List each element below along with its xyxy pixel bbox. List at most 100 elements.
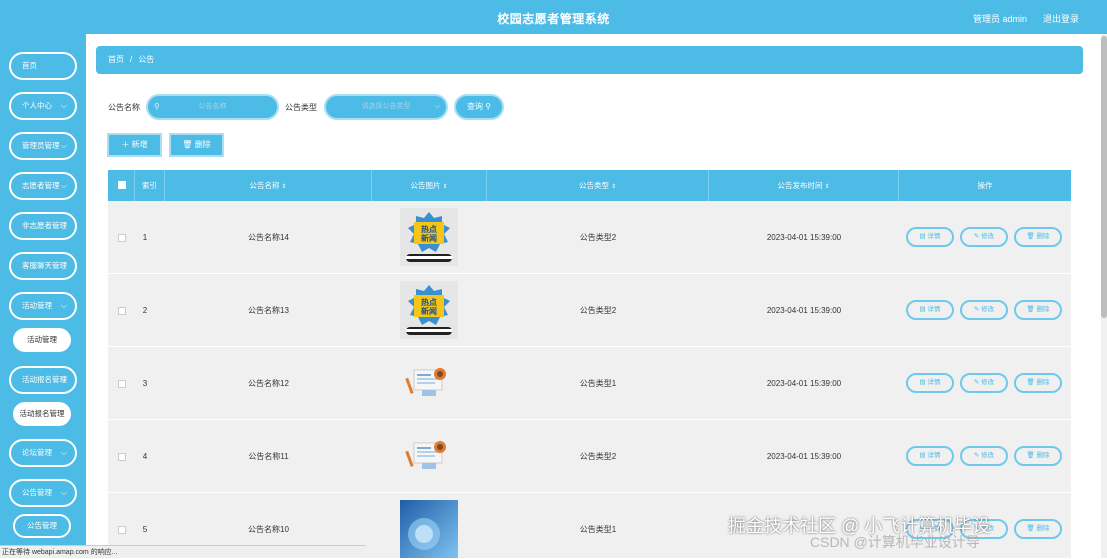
trash-icon: 🗑 [1026,379,1035,386]
app-title: 校园志愿者管理系统 [497,12,610,26]
notice-name-input[interactable]: ⚲ 公告名称 [146,94,279,120]
column-header-type[interactable]: 公告类型 ⇕ [487,170,709,201]
detail-button[interactable]: ▤ 详情 [906,446,954,466]
delete-button[interactable]: 🗑 删除 [1014,227,1062,247]
row-checkbox[interactable] [118,380,126,388]
column-header-name[interactable]: 公告名称 ⇕ [165,170,372,201]
cell-notice-name: 公告名称14 [248,233,289,242]
sidebar-item-label: 个人中心 [22,101,52,110]
breadcrumb-current: 公告 [138,55,155,64]
table-row: 4 公告名称11 公告类型2 2023-04-01 15:39:00 ▤ 详情 ✎ 修改 🗑… [108,420,1071,493]
table-row: 1 公告名称14 热点 新闻 公告类型2 2023-04-01 15:39:00 ▤ 详情 ✎… [108,201,1071,274]
document-icon: ▤ [919,233,926,240]
add-button[interactable]: ＋ 新增 [107,133,162,157]
sidebar-item-forum-management[interactable]: 论坛管理 ⌵ [9,439,77,467]
sidebar: 首页 个人中心 ⌵ 管理员管理 ⌵ 志愿者管理 ⌵ 非志愿者管理 客服聊天管理 活动管… [0,34,86,558]
row-checkbox[interactable] [118,453,126,461]
cell-publish-time: 2023-04-01 15:39:00 [766,233,842,242]
notice-name-placeholder: 公告名称 [198,103,227,110]
svg-text:新闻: 新闻 [421,306,437,316]
sidebar-item-label: 管理员管理 [22,141,60,150]
query-button-label: 查询 [466,102,483,111]
trash-icon: 🗑 [1026,525,1035,532]
sidebar-item-chat-management[interactable]: 客服聊天管理 [9,252,77,280]
row-checkbox[interactable] [118,234,126,242]
plus-icon: ＋ [121,140,130,149]
edit-button-label: 修改 [981,306,995,313]
sidebar-item-volunteer-management[interactable]: 志愿者管理 ⌵ [9,172,77,200]
sidebar-item-activity-signup-management[interactable]: 活动报名管理 ⌵ [9,366,77,394]
notice-type-select[interactable]: 请选择公告类型 ⌵ [324,94,448,120]
sidebar-item-home[interactable]: 首页 [9,52,77,80]
cell-index: 3 [142,379,148,388]
notice-image [400,427,458,485]
row-checkbox[interactable] [118,307,126,315]
document-icon: ▤ [919,306,926,313]
sidebar-item-label: 首页 [22,61,37,70]
table-row: 3 公告名称12 公告类型1 2023-04-01 15:39:00 ▤ 详情 ✎ 修改 🗑… [108,347,1071,420]
edit-button[interactable]: ✎ 修改 [960,300,1008,320]
chevron-down-icon: ⌵ [60,301,67,310]
cell-notice-name: 公告名称13 [248,306,289,315]
query-button[interactable]: 查询 ⚲ [454,94,504,120]
breadcrumb-separator: / [130,55,133,64]
sidebar-item-admin-management[interactable]: 管理员管理 ⌵ [9,132,77,160]
detail-button[interactable]: ▤ 详情 [906,300,954,320]
breadcrumb-home[interactable]: 首页 [108,55,124,64]
edit-button-label: 修改 [981,233,995,240]
sidebar-item-personal-center[interactable]: 个人中心 ⌵ [9,92,77,120]
notice-image: 热点 新闻 [400,208,458,266]
page-scrollbar-thumb[interactable] [1101,36,1107,318]
edit-button[interactable]: ✎ 修改 [960,446,1008,466]
sidebar-item-label: 志愿者管理 [22,181,60,190]
browser-status-bar: 正在等待 webapi.amap.com 的响应... [0,545,366,558]
chevron-down-icon: ⌵ [60,375,67,384]
edit-button[interactable]: ✎ 修改 [960,227,1008,247]
top-header: 校园志愿者管理系统 管理员 admin 退出登录 [0,0,1107,34]
detail-button[interactable]: ▤ 详情 [906,227,954,247]
notice-image: 热点 新闻 [400,281,458,339]
trash-icon: 🗑 [1026,452,1035,459]
chevron-down-icon: ⌵ [60,448,67,457]
select-all-cell [108,170,135,201]
chevron-down-icon: ⌵ [60,101,67,110]
column-header-publish-time[interactable]: 公告发布时间 ⇕ [709,170,899,201]
detail-button-label: 详情 [927,379,941,386]
cell-notice-type: 公告类型2 [579,452,617,461]
delete-button[interactable]: 🗑 删除 [1014,300,1062,320]
delete-button[interactable]: 🗑 删除 [1014,519,1062,539]
cell-publish-time: 2023-04-01 15:39:00 [766,452,842,461]
delete-button[interactable]: 🗑 删除 [1014,373,1062,393]
table-header: 索引 公告名称 ⇕ 公告图片 ⇕ 公告类型 ⇕ 公告发布时间 ⇕ 操作 [108,170,1071,201]
column-header-image[interactable]: 公告图片 ⇕ [372,170,487,201]
cell-index: 1 [142,233,148,242]
delete-button[interactable]: 🗑 删除 [1014,446,1062,466]
notice-type-label: 公告类型 [285,103,317,112]
row-checkbox[interactable] [118,526,126,534]
sidebar-subitem-notice-management[interactable]: 公告管理 [13,514,71,538]
chevron-down-icon: ⌵ [60,141,67,150]
trash-icon: 🗑 [1026,233,1035,240]
logout-link[interactable]: 退出登录 [1043,12,1079,25]
delete-selected-button[interactable]: 🗑 删除 [169,133,224,157]
select-all-checkbox[interactable] [118,181,126,189]
delete-button-label: 删除 [1036,233,1050,240]
column-header-label: 公告发布时间 [777,181,823,190]
notice-image [400,500,458,558]
sidebar-item-label: 公告管理 [22,488,52,497]
notice-image [400,354,458,412]
cell-publish-time: 2023-04-01 15:39:00 [766,379,842,388]
detail-button[interactable]: ▤ 详情 [906,373,954,393]
sidebar-item-notice-management[interactable]: 公告管理 ⌵ [9,479,77,507]
delete-button-label: 删除 [1036,525,1050,532]
sidebar-subitem-activity-signup-management[interactable]: 活动报名管理 [13,402,71,426]
cell-notice-name: 公告名称11 [248,452,289,461]
cell-index: 4 [142,452,148,461]
sidebar-item-non-volunteer-management[interactable]: 非志愿者管理 [9,212,77,240]
delete-button-label: 删除 [1036,379,1050,386]
sidebar-item-activity-management[interactable]: 活动管理 ⌵ [9,292,77,320]
chevron-down-icon: ⌵ [60,488,67,497]
edit-button[interactable]: ✎ 修改 [960,373,1008,393]
notice-type-placeholder: 请选择公告类型 [361,103,411,110]
sidebar-subitem-activity-management[interactable]: 活动管理 [13,328,71,352]
